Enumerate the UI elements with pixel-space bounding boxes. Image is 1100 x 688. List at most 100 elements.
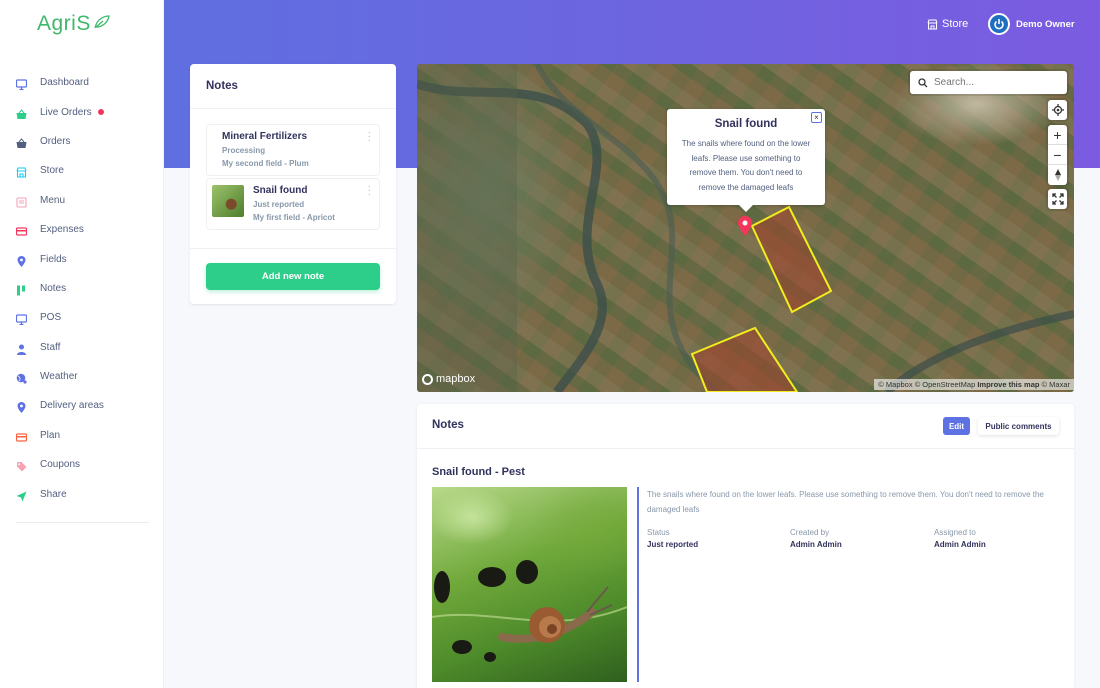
map-search-input[interactable] [934,77,1054,88]
kebab-menu-icon[interactable]: · · · [368,128,371,146]
meta-value: Admin Admin [790,540,842,549]
sidebar-item-pos[interactable]: POS [0,303,164,332]
shop-icon [927,19,938,29]
note-status: Just reported [253,200,305,209]
sidebar: AgriS Dashboard Live Orders Orders Store Men… [0,0,164,688]
popup-close-button[interactable]: × [811,112,822,123]
map-marker-icon[interactable] [738,216,752,241]
leaf-icon [93,12,111,36]
edit-button[interactable]: Edit [943,417,970,435]
user-name: Demo Owner [1016,18,1075,30]
live-indicator-dot [97,109,104,116]
note-item-mineral-fertilizers[interactable]: Mineral Fertilizers Processing My second… [206,124,380,176]
user-icon [16,342,27,355]
sidebar-item-staff[interactable]: Staff [0,333,164,362]
sidebar-item-label: Store [40,165,64,177]
geolocate-icon[interactable] [1048,100,1067,120]
compass-icon[interactable] [1048,165,1067,185]
mapbox-logo-icon [422,373,433,385]
search-icon [918,77,928,87]
snail-illustration [432,560,627,662]
divider [190,108,396,109]
mapbox-logo[interactable]: mapbox [422,373,475,385]
zoom-controls: + − [1048,125,1067,185]
sidebar-item-label: Delivery areas [40,400,104,412]
public-comments-button[interactable]: Public comments [978,417,1059,435]
sidebar-item-label: Notes [40,282,67,294]
sidebar-item-expenses[interactable]: Expenses [0,215,164,244]
meta-created-by: Created by Admin Admin [790,528,842,549]
sidebar-item-plan[interactable]: Plan [0,421,164,450]
sidebar-item-label: Menu [40,194,66,206]
meta-value: Just reported [647,540,699,549]
note-status: Processing [222,146,266,155]
meta-status: Status Just reported [647,528,698,549]
notes-list-title: Notes [206,80,238,92]
notes-icon [16,283,27,296]
sidebar-divider [16,522,149,523]
sidebar-item-delivery-areas[interactable]: Delivery areas [0,391,164,420]
field-outline-1[interactable] [750,205,833,314]
sidebar-item-notes[interactable]: Notes [0,274,164,303]
note-detail-card: Notes Edit Public comments Snail found -… [417,404,1074,688]
sidebar-item-coupons[interactable]: Coupons [0,450,164,479]
meta-value: Admin Admin [934,540,986,549]
attribution-mapbox[interactable]: © Mapbox [878,380,912,389]
monitor-icon [15,312,28,326]
sidebar-item-label: Live Orders [40,106,92,118]
sidebar-item-fields[interactable]: Fields [0,244,164,273]
avatar [988,13,1010,35]
fullscreen-icon[interactable] [1048,189,1067,209]
shop-icon [16,165,27,178]
meta-assigned-to: Assigned to Admin Admin [934,528,986,549]
geolocate-control[interactable] [1048,100,1067,120]
note-item-snail-found[interactable]: Snail found Just reported My first field… [206,178,380,230]
brand-logo[interactable]: AgriS [37,12,111,36]
sidebar-nav: Dashboard Live Orders Orders Store Menu Expen… [0,68,164,509]
sidebar-item-label: Expenses [40,224,84,236]
sidebar-item-label: Coupons [40,459,81,471]
divider [417,448,1074,449]
sidebar-item-label: Fields [40,253,67,265]
credit-card-icon [15,224,28,236]
field-outline-2[interactable] [690,326,799,392]
globe-icon [16,371,27,384]
add-note-button[interactable]: Add new note [206,263,380,290]
snail-thumbnail [212,185,244,217]
attribution-maxar[interactable]: © Maxar [1042,380,1070,389]
basket-icon [16,107,27,119]
detail-card-title: Notes [432,419,464,431]
zoom-out-icon[interactable]: − [1048,145,1067,165]
map-search-box[interactable] [910,71,1067,94]
sidebar-item-label: Orders [40,135,71,147]
sidebar-item-orders[interactable]: Orders [0,127,164,156]
fullscreen-control[interactable] [1048,189,1067,209]
sidebar-item-label: POS [40,312,62,324]
sidebar-item-menu[interactable]: Menu [0,186,164,215]
divider [190,248,396,249]
sidebar-item-share[interactable]: Share [0,479,164,508]
send-icon [16,489,27,502]
improve-map-link[interactable]: Improve this map [977,380,1039,389]
sidebar-item-weather[interactable]: Weather [0,362,164,391]
sidebar-item-label: Plan [40,429,61,441]
popup-description: The snails where found on the lower leaf… [681,139,811,192]
sidebar-item-label: Staff [40,341,61,353]
sidebar-item-dashboard[interactable]: Dashboard [0,68,164,97]
sidebar-item-store[interactable]: Store [0,156,164,185]
kebab-menu-icon[interactable]: · · · [368,182,371,200]
book-icon [16,195,27,208]
sidebar-item-label: Share [40,488,67,500]
zoom-in-icon[interactable]: + [1048,125,1067,145]
attribution-osm[interactable]: © OpenStreetMap [915,380,976,389]
map-view[interactable]: + − Snail found The snails where found o… [417,64,1074,392]
map-attribution: © Mapbox © OpenStreetMap Improve this ma… [874,379,1074,390]
top-store-link[interactable]: Store [927,18,968,30]
sidebar-item-label: Weather [40,371,78,383]
user-menu[interactable]: Demo Owner [988,13,1075,35]
sidebar-item-live-orders[interactable]: Live Orders [0,97,164,126]
note-title: Snail found [253,185,308,196]
detail-divider [637,487,639,682]
note-title: Mineral Fertilizers [222,131,308,142]
meta-label: Assigned to [934,528,976,537]
